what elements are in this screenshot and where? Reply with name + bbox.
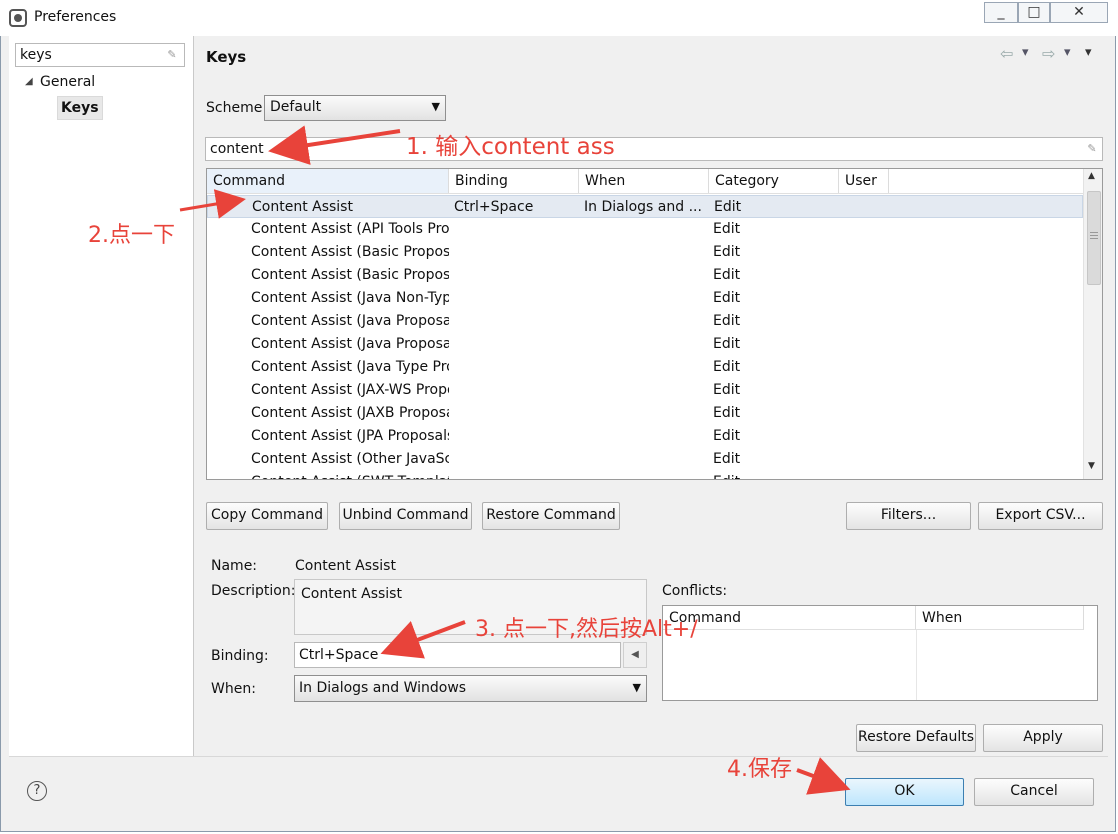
annotation-step-2: 2.点一下 bbox=[88, 223, 175, 248]
annotation-arrows bbox=[179, 125, 851, 795]
annotation-arrow-3 bbox=[380, 620, 466, 659]
annotation-step-3: 3. 点一下,然后按Alt+/ bbox=[475, 617, 698, 642]
annotation-step-1: 1. 输入content ass bbox=[406, 134, 615, 160]
annotation-step-4: 4.保存 bbox=[727, 757, 792, 782]
annotation-arrow-2 bbox=[179, 189, 246, 219]
annotation-arrow-1 bbox=[268, 125, 401, 165]
annotation-arrow-4 bbox=[796, 757, 851, 795]
